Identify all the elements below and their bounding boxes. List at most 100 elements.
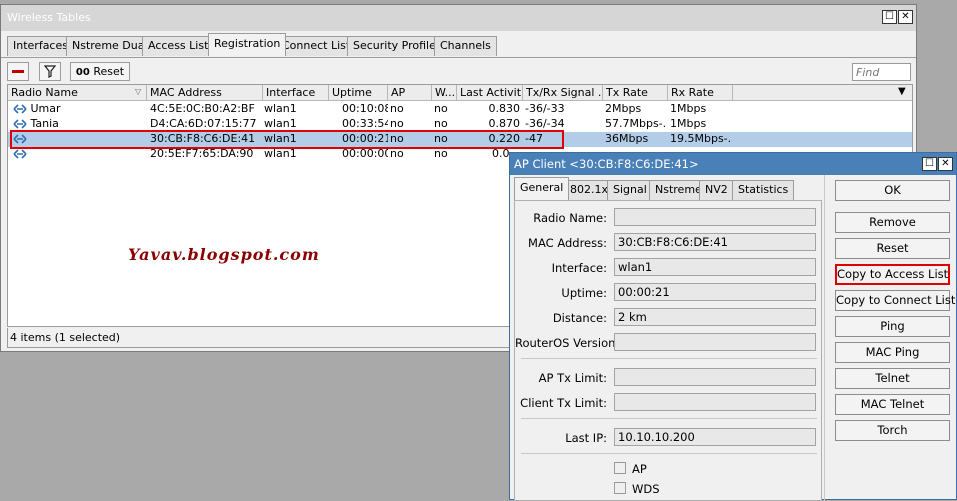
row-interface: wlan1 bbox=[264, 102, 297, 115]
sort-icon: ▽ bbox=[135, 87, 142, 96]
tab-channels[interactable]: Channels bbox=[434, 36, 497, 56]
client-tx-limit-label: Client Tx Limit: bbox=[520, 396, 607, 410]
mac-address-field[interactable]: 30:CB:F8:C6:DE:41 bbox=[614, 233, 816, 251]
copy-to-access-list-button[interactable]: Copy to Access List bbox=[835, 264, 950, 285]
window-title-bar[interactable]: Wireless Tables ☐ ✕ bbox=[1, 5, 916, 31]
tab-interfaces[interactable]: Interfaces bbox=[7, 36, 74, 56]
row-radio-name bbox=[13, 147, 147, 162]
watermark: Yavav.blogspot.com bbox=[128, 245, 320, 264]
row-mac: 20:5E:F7:65:DA:90 bbox=[150, 147, 254, 160]
torch-button[interactable]: Torch bbox=[835, 420, 950, 441]
mac-ping-button[interactable]: MAC Ping bbox=[835, 342, 950, 363]
table-row[interactable]: Umar 4C:5E:0C:B0:A2:BF wlan1 00:10:08 no… bbox=[8, 102, 912, 117]
tab-nstreme-dual[interactable]: Nstreme Dual bbox=[66, 36, 154, 56]
telnet-button[interactable]: Telnet bbox=[835, 368, 950, 389]
dialog-divider bbox=[824, 175, 825, 501]
client-tx-limit-field[interactable] bbox=[614, 393, 816, 411]
distance-label: Distance: bbox=[552, 311, 607, 325]
tab-registration[interactable]: Registration bbox=[208, 33, 287, 56]
col-wds[interactable]: W... bbox=[432, 85, 457, 101]
row-mac: 4C:5E:0C:B0:A2:BF bbox=[150, 102, 255, 115]
distance-field[interactable]: 2 km bbox=[614, 308, 816, 326]
ok-button[interactable]: OK bbox=[835, 180, 950, 201]
interface-label: Interface: bbox=[551, 261, 607, 275]
col-interface[interactable]: Interface bbox=[263, 85, 329, 101]
mac-address-label: MAC Address: bbox=[528, 236, 607, 250]
wds-checkbox[interactable] bbox=[614, 482, 626, 494]
row-tx-rate: 36Mbps bbox=[605, 132, 649, 145]
maximize-icon[interactable]: ☐ bbox=[882, 10, 897, 24]
row-rx-rate: 1Mbps bbox=[670, 117, 707, 130]
interface-field[interactable]: wlan1 bbox=[614, 258, 816, 276]
ap-tx-limit-field[interactable] bbox=[614, 368, 816, 386]
copy-to-connect-list-button[interactable]: Copy to Connect List bbox=[835, 290, 955, 311]
tab-bar: Interfaces Nstreme Dual Access List Regi… bbox=[1, 33, 916, 57]
ap-tx-limit-label: AP Tx Limit: bbox=[538, 371, 607, 385]
radio-name-label: Radio Name: bbox=[533, 211, 607, 225]
row-uptime: 00:10:08 bbox=[342, 102, 388, 115]
routeros-version-field[interactable] bbox=[614, 333, 816, 351]
wireless-client-icon bbox=[13, 119, 27, 129]
divider bbox=[521, 418, 817, 419]
routeros-version-label: RouterOS Version: bbox=[515, 336, 620, 350]
ap-checkbox[interactable] bbox=[614, 462, 626, 474]
general-panel: Radio Name: MAC Address: 30:CB:F8:C6:DE:… bbox=[514, 200, 822, 500]
row-last-activity: 0.830 bbox=[488, 102, 521, 115]
reset-button[interactable]: Reset bbox=[835, 238, 950, 259]
close-icon[interactable]: ✕ bbox=[898, 10, 913, 24]
row-rx-rate: 19.5Mbps-... bbox=[670, 132, 732, 145]
row-uptime: 00:00:00 bbox=[342, 147, 388, 160]
tab-statistics[interactable]: Statistics bbox=[732, 180, 795, 200]
col-last-activity[interactable]: Last Activit... bbox=[457, 85, 523, 101]
row-ap: no bbox=[390, 147, 404, 160]
ap-checkbox-label: AP bbox=[632, 462, 647, 476]
col-rx-rate[interactable]: Rx Rate bbox=[668, 85, 733, 101]
filter-button[interactable] bbox=[39, 62, 61, 81]
wds-checkbox-label: WDS bbox=[632, 482, 660, 496]
row-interface: wlan1 bbox=[264, 147, 297, 160]
radio-name-text: Umar bbox=[30, 102, 61, 115]
reset-prefix: 00 bbox=[75, 67, 90, 78]
ping-button[interactable]: Ping bbox=[835, 316, 950, 337]
divider bbox=[521, 358, 817, 359]
status-text: 4 items (1 selected) bbox=[10, 331, 121, 344]
tab-connect-list[interactable]: Connect List bbox=[276, 36, 357, 56]
row-rx-rate: 1Mbps bbox=[670, 102, 707, 115]
row-tx-rate: 57.7Mbps-... bbox=[605, 117, 667, 130]
reset-button[interactable]: 00 Reset bbox=[70, 62, 130, 81]
col-ap[interactable]: AP bbox=[388, 85, 432, 101]
column-menu-icon[interactable]: ▼ bbox=[898, 86, 906, 97]
wireless-client-icon bbox=[13, 149, 27, 159]
col-signal[interactable]: Tx/Rx Signal ... bbox=[523, 85, 603, 101]
col-uptime[interactable]: Uptime bbox=[329, 85, 388, 101]
row-radio-name: Umar bbox=[13, 102, 147, 117]
tab-access-list[interactable]: Access List bbox=[142, 36, 215, 56]
table-header: Radio Name ▽ MAC Address Interface Uptim… bbox=[8, 85, 912, 101]
reset-label: Reset bbox=[93, 65, 125, 78]
tab-security-profiles[interactable]: Security Profiles bbox=[347, 36, 448, 56]
maximize-icon[interactable]: ☐ bbox=[922, 157, 937, 171]
col-tx-rate[interactable]: Tx Rate bbox=[603, 85, 668, 101]
last-ip-label: Last IP: bbox=[565, 431, 607, 445]
window-title: Wireless Tables bbox=[7, 11, 91, 24]
close-icon[interactable]: ✕ bbox=[938, 157, 953, 171]
tab-nv2[interactable]: NV2 bbox=[699, 180, 734, 200]
dialog-title-bar[interactable]: AP Client <30:CB:F8:C6:DE:41> ☐ ✕ bbox=[510, 153, 956, 175]
find-input[interactable] bbox=[852, 63, 911, 81]
tab-general[interactable]: General bbox=[514, 177, 570, 200]
row-wds: no bbox=[434, 102, 448, 115]
toolbar: 00 Reset bbox=[1, 57, 916, 83]
mac-telnet-button[interactable]: MAC Telnet bbox=[835, 394, 950, 415]
remove-button[interactable] bbox=[7, 62, 29, 81]
row-signal: -36/-33 bbox=[525, 102, 565, 115]
remove-button[interactable]: Remove bbox=[835, 212, 950, 233]
col-mac-address[interactable]: MAC Address bbox=[147, 85, 263, 101]
uptime-field[interactable]: 00:00:21 bbox=[614, 283, 816, 301]
row-wds: no bbox=[434, 147, 448, 160]
radio-name-field[interactable] bbox=[614, 208, 816, 226]
last-ip-field[interactable]: 10.10.10.200 bbox=[614, 428, 816, 446]
row-ap: no bbox=[390, 102, 404, 115]
tab-signal[interactable]: Signal bbox=[607, 180, 653, 200]
wireless-client-icon bbox=[13, 104, 27, 114]
col-radio-name[interactable]: Radio Name bbox=[8, 85, 147, 101]
